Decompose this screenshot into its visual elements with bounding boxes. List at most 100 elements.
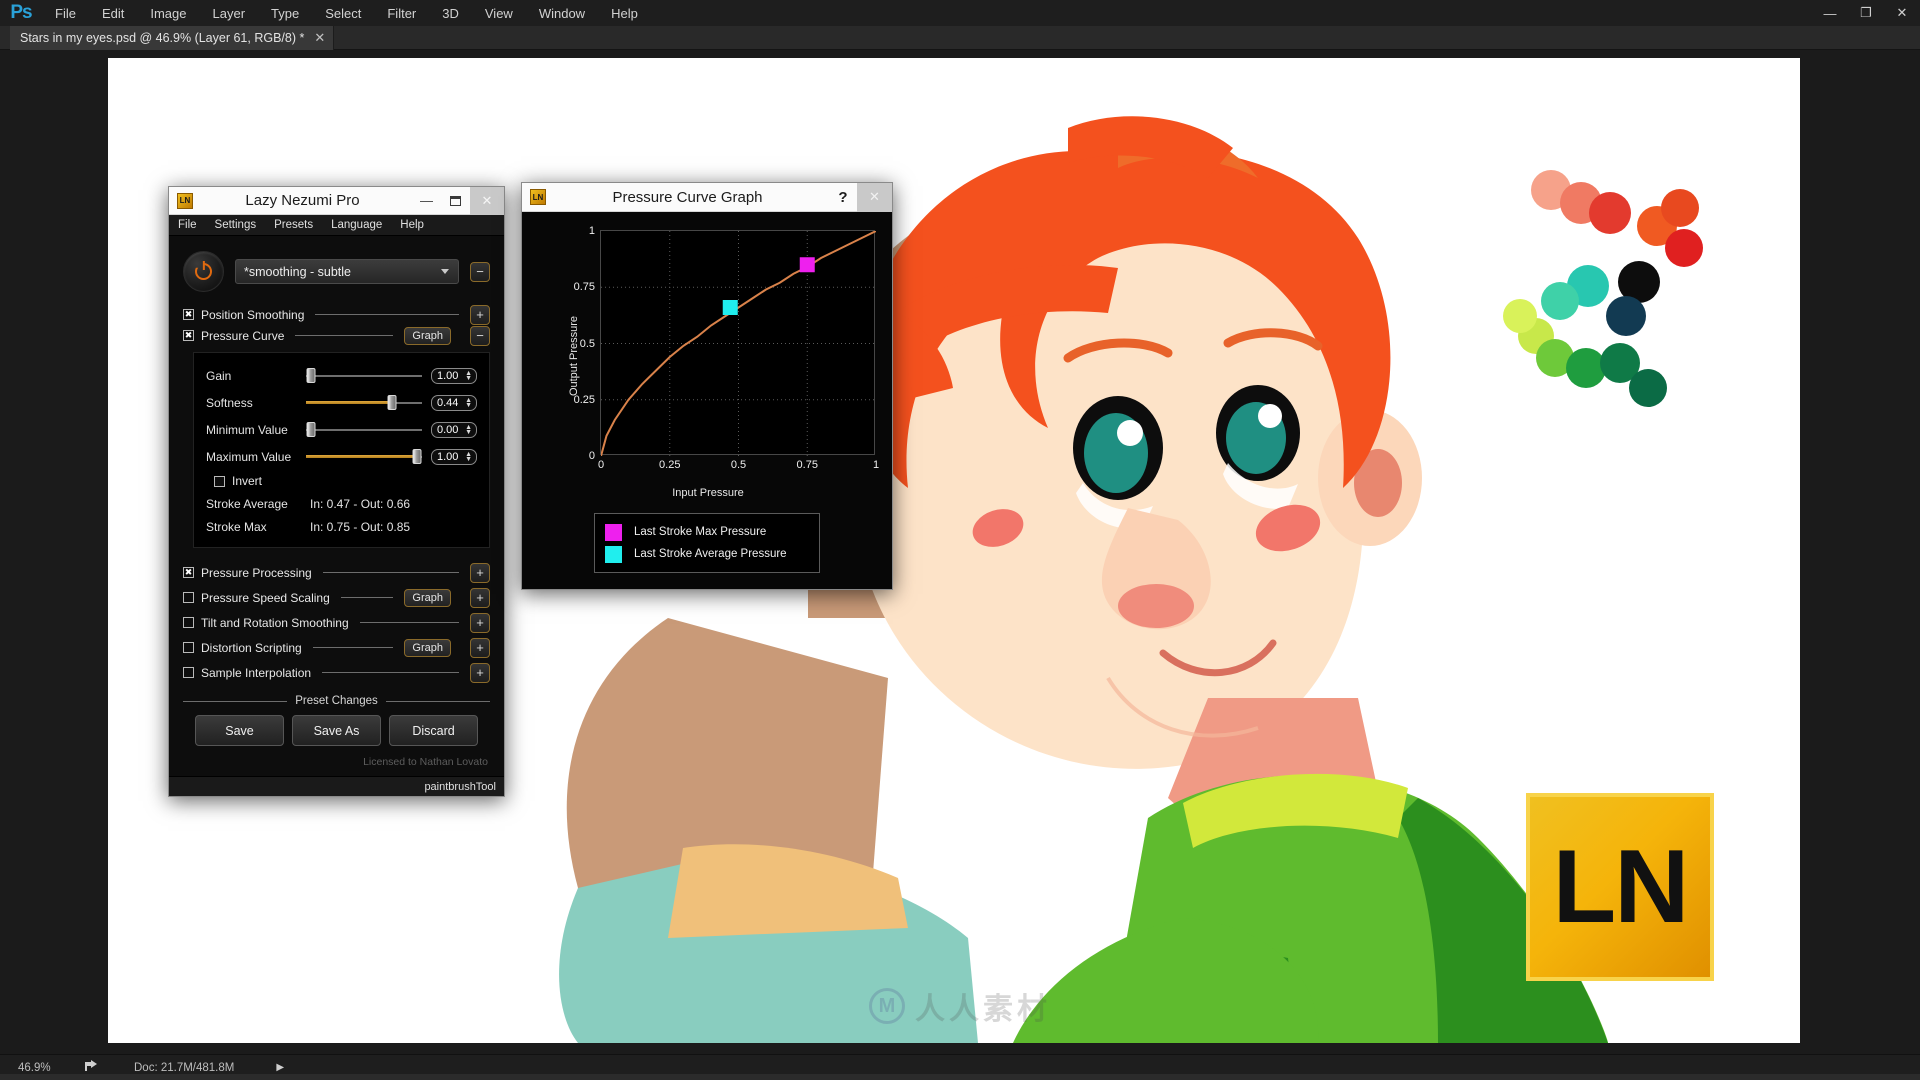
- module-checkbox[interactable]: [183, 667, 194, 678]
- ps-menu-file[interactable]: File: [42, 0, 89, 26]
- module-expand-button[interactable]: +: [470, 562, 490, 583]
- share-icon[interactable]: [76, 1060, 106, 1075]
- slider-softness[interactable]: [306, 395, 422, 410]
- maximize-icon[interactable]: [441, 187, 470, 215]
- ps-menu-edit[interactable]: Edit: [89, 0, 137, 26]
- preset-save-as-button[interactable]: Save As: [292, 715, 381, 746]
- photoshop-logo-icon: Ps: [10, 2, 32, 23]
- ps-menu-layer[interactable]: Layer: [200, 0, 259, 26]
- minimize-icon[interactable]: —: [1812, 0, 1848, 26]
- document-tab[interactable]: Stars in my eyes.psd @ 46.9% (Layer 61, …: [10, 26, 335, 50]
- plot-area[interactable]: 0 0.25 0.5 0.75 1 0 0.25 0.5 0.75 1: [574, 225, 879, 471]
- y-axis-label: Output Pressure: [568, 315, 581, 397]
- ln-logo-text: LN: [1552, 828, 1690, 945]
- slider-value: 1.00: [437, 369, 459, 382]
- module-graph-button[interactable]: Graph: [404, 326, 451, 345]
- lazy-nezumi-window[interactable]: LN Lazy Nezumi Pro — ✕ File Settings Prese…: [168, 186, 505, 797]
- module-label: Pressure Speed Scaling: [201, 590, 330, 605]
- ps-menu-help[interactable]: Help: [598, 0, 651, 26]
- y-axis-tick: 0.5: [579, 337, 595, 350]
- invert-row[interactable]: Invert: [206, 470, 477, 492]
- tab-close-icon[interactable]: ✕: [314, 30, 325, 46]
- pressure-curve-graph-window[interactable]: LN Pressure Curve Graph ? ✕ Output Press…: [521, 182, 893, 590]
- minimize-icon[interactable]: —: [412, 187, 441, 215]
- ps-menu-window[interactable]: Window: [526, 0, 598, 26]
- slider-gain[interactable]: [306, 368, 422, 383]
- ps-menu-image[interactable]: Image: [137, 0, 199, 26]
- slider-value-input[interactable]: 1.00 ▲ ▼: [431, 448, 477, 465]
- plot-wrapper: Output Pressure 0 0.25 0.5 0.75 1 0 0.25 0.5 0.7…: [534, 224, 882, 499]
- slider-handle[interactable]: [412, 449, 422, 464]
- status-bottom-strip: [0, 1074, 1920, 1080]
- ln-menu-presets[interactable]: Presets: [265, 215, 322, 236]
- slider-fill: [306, 455, 418, 458]
- module-expand-button[interactable]: +: [470, 587, 490, 608]
- slider-value: 1.00: [437, 450, 459, 463]
- slider-row: Softness 0.44 ▲ ▼: [206, 389, 477, 416]
- ln-menu-language[interactable]: Language: [322, 215, 391, 236]
- slider-handle[interactable]: [387, 395, 397, 410]
- module-checkbox[interactable]: ✖: [183, 309, 194, 320]
- ps-menu-select[interactable]: Select: [312, 0, 374, 26]
- close-icon[interactable]: ✕: [857, 182, 892, 212]
- preset-save-button[interactable]: Save: [195, 715, 284, 746]
- chart-marker: [722, 300, 738, 315]
- power-toggle-button[interactable]: [183, 251, 224, 292]
- help-icon[interactable]: ?: [829, 189, 857, 206]
- preset-dropdown[interactable]: *smoothing - subtle: [235, 259, 459, 284]
- module-checkbox[interactable]: ✖: [183, 567, 194, 578]
- ln-menu-file[interactable]: File: [169, 215, 206, 236]
- preset-dropdown-value: *smoothing - subtle: [244, 264, 352, 279]
- close-icon[interactable]: ✕: [1884, 0, 1920, 26]
- module-expand-button[interactable]: +: [470, 304, 490, 325]
- module-checkbox[interactable]: [183, 642, 194, 653]
- ln-menu-settings[interactable]: Settings: [206, 215, 266, 236]
- graph-titlebar[interactable]: LN Pressure Curve Graph ? ✕: [522, 182, 892, 212]
- module-expand-button[interactable]: +: [470, 612, 490, 633]
- ln-menu-help[interactable]: Help: [391, 215, 433, 236]
- ps-menu-view[interactable]: View: [472, 0, 526, 26]
- preset-discard-button[interactable]: Discard: [389, 715, 478, 746]
- close-icon[interactable]: ✕: [470, 186, 504, 215]
- module-divider: [312, 647, 394, 648]
- slider-label: Maximum Value: [206, 449, 292, 464]
- stroke-readouts: Stroke Average In: 0.47 - Out: 0.66 Stroke…: [206, 492, 477, 538]
- module-label: Pressure Processing: [201, 565, 312, 580]
- module-row: ✖ Pressure Curve Graph −: [183, 325, 490, 346]
- module-collapse-button[interactable]: −: [470, 325, 490, 346]
- zoom-level[interactable]: 46.9%: [0, 1062, 76, 1074]
- slider-value-input[interactable]: 0.00 ▲ ▼: [431, 421, 477, 438]
- ps-menu-3d[interactable]: 3D: [429, 0, 472, 26]
- slider-value-input[interactable]: 0.44 ▲ ▼: [431, 394, 477, 411]
- chevron-down-icon: [441, 269, 449, 274]
- module-graph-button[interactable]: Graph: [404, 638, 451, 657]
- module-graph-button[interactable]: Graph: [404, 588, 451, 607]
- slider-minimum-value[interactable]: [306, 422, 422, 437]
- module-divider: [322, 672, 459, 673]
- stepper-arrows-icon[interactable]: ▲ ▼: [465, 451, 472, 463]
- module-checkbox[interactable]: ✖: [183, 330, 194, 341]
- slider-maximum-value[interactable]: [306, 449, 422, 464]
- restore-icon[interactable]: ❐: [1848, 0, 1884, 26]
- slider-value: 0.00: [437, 423, 459, 436]
- lazy-nezumi-titlebar[interactable]: LN Lazy Nezumi Pro — ✕: [169, 186, 504, 215]
- module-checkbox[interactable]: [183, 617, 194, 628]
- slider-handle[interactable]: [306, 422, 316, 437]
- ps-menu-filter[interactable]: Filter: [374, 0, 429, 26]
- stepper-arrows-icon[interactable]: ▲ ▼: [465, 370, 472, 382]
- pressure-curve-sliders: Gain 1.00 ▲ ▼ Softness 0.44 ▲ ▼ Minimum Value 0.0…: [206, 362, 477, 470]
- remove-preset-button[interactable]: −: [470, 261, 490, 282]
- module-expand-button[interactable]: +: [470, 662, 490, 683]
- module-row: ✖ Pressure Processing +: [183, 560, 490, 585]
- status-expand-icon[interactable]: ▶: [234, 1062, 284, 1073]
- slider-handle[interactable]: [306, 368, 316, 383]
- invert-checkbox[interactable]: [214, 475, 225, 487]
- module-checkbox[interactable]: [183, 592, 194, 603]
- stepper-arrows-icon[interactable]: ▲ ▼: [465, 424, 472, 436]
- ps-menu-type[interactable]: Type: [258, 0, 312, 26]
- stepper-arrows-icon[interactable]: ▲ ▼: [465, 397, 472, 409]
- module-expand-button[interactable]: +: [470, 637, 490, 658]
- module-divider: [322, 572, 459, 573]
- slider-value-input[interactable]: 1.00 ▲ ▼: [431, 367, 477, 384]
- slider-label: Minimum Value: [206, 422, 288, 437]
